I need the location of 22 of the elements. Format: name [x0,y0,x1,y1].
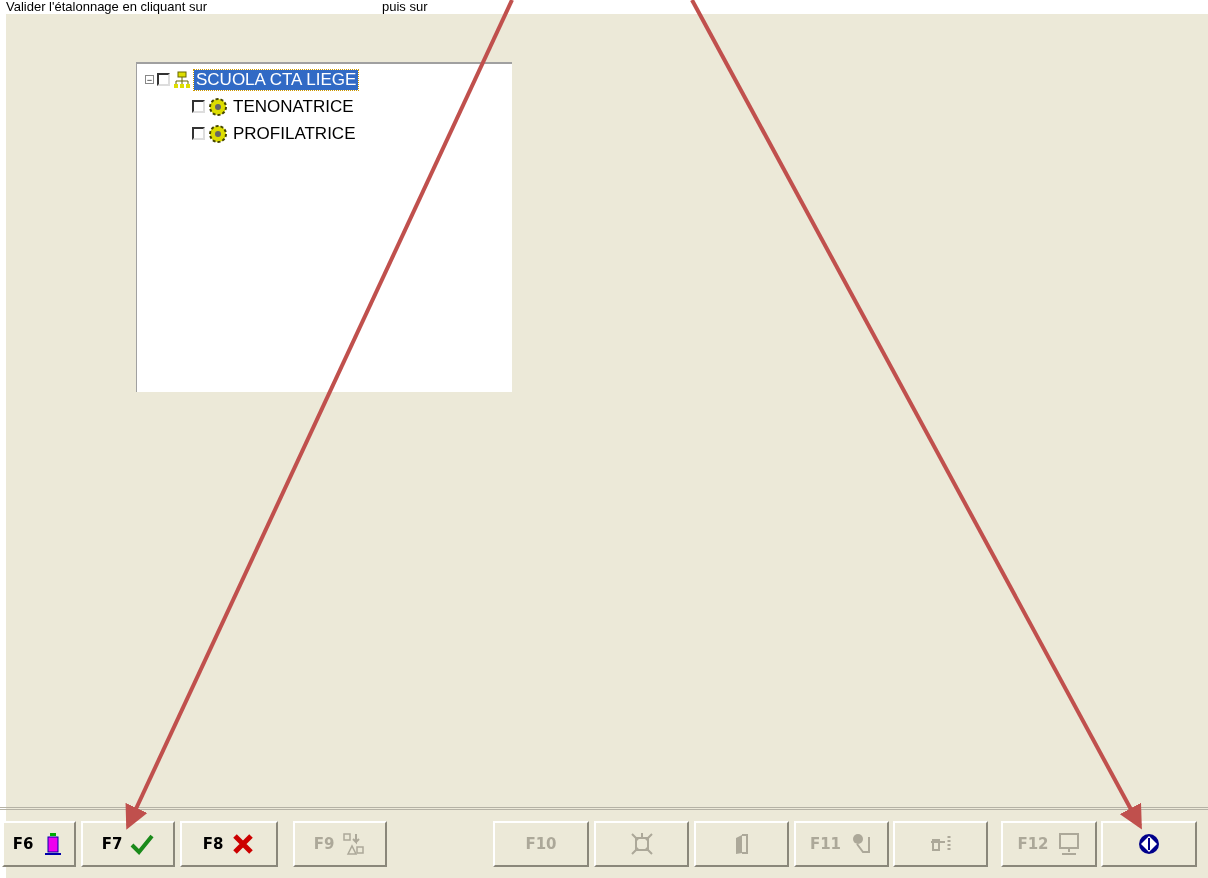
checkbox[interactable] [192,127,205,140]
cross-icon [231,832,256,856]
shapes-icon [342,832,367,856]
power-icon [1137,832,1161,856]
check-icon [130,832,155,856]
caption-text: Valider l'étalonnage en cliquant sur [6,0,207,14]
tree-item[interactable]: TENONATRICE [231,96,356,117]
tree-item[interactable]: SCUOLA CTA LIEGE [194,69,359,90]
monitor-icon [1056,832,1081,856]
gear-icon [208,96,228,117]
collapse-toggle[interactable]: − [145,75,154,84]
burst-icon [629,832,654,856]
gear-icon [208,123,228,144]
toolbar-button[interactable]: F7 [81,821,175,867]
tree-item[interactable]: PROFILATRICE [231,123,358,144]
toolbar-button[interactable]: F8 [180,821,278,867]
toolbar-button[interactable] [1101,821,1197,867]
checkbox[interactable] [157,73,170,86]
caption-text: puis sur [382,0,428,14]
toolbar-button[interactable]: F6 [2,821,76,867]
network-icon [173,70,191,89]
checkbox[interactable] [192,100,205,113]
